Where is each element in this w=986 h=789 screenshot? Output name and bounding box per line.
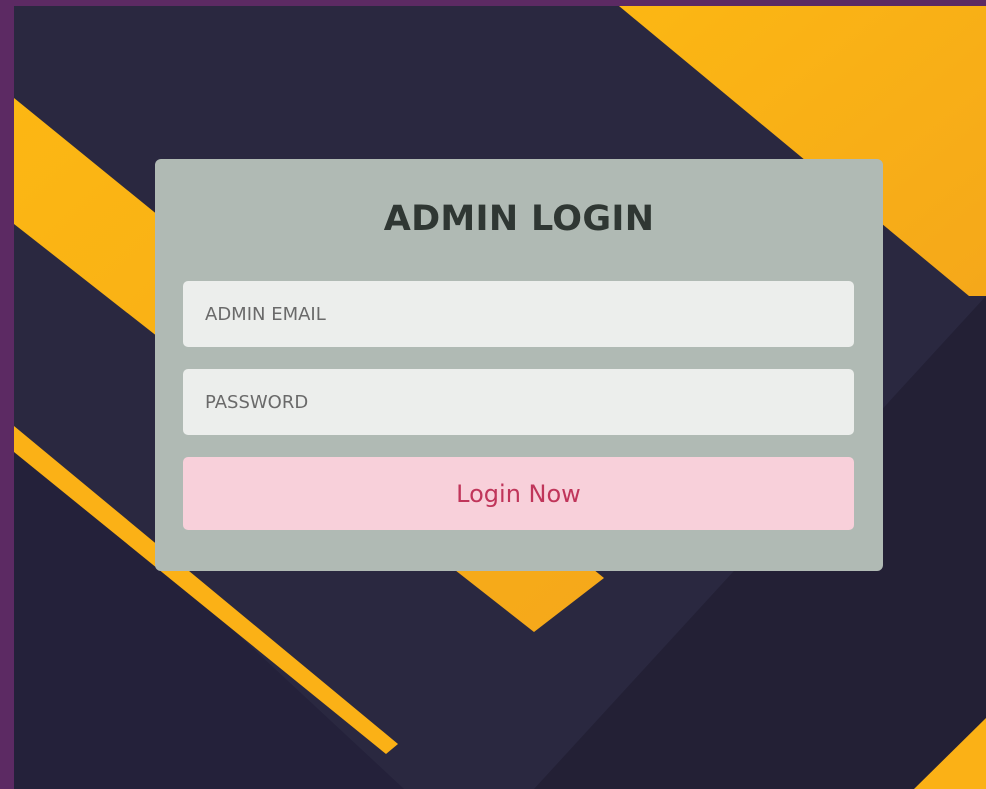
password-input[interactable]	[183, 369, 854, 435]
login-now-button[interactable]: Login Now	[183, 457, 854, 530]
login-page-background: ADMIN LOGIN Login Now	[14, 6, 986, 789]
admin-email-input[interactable]	[183, 281, 854, 347]
login-title: ADMIN LOGIN	[383, 199, 655, 239]
login-card: ADMIN LOGIN Login Now	[155, 159, 883, 571]
